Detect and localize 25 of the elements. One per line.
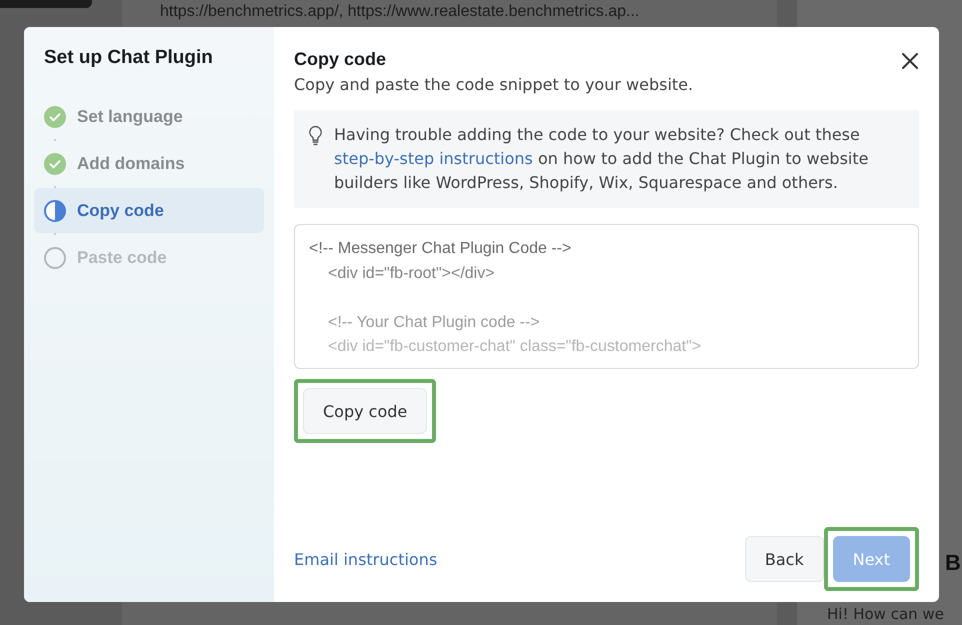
step-item[interactable]: Copy code: [34, 188, 264, 233]
tip-text: Having trouble adding the code to your website? Check out these step-by-step instructions on how to add the Chat Plugin to website builders like WordPress, Shopify, Wix, Squarespace and others.: [334, 124, 870, 194]
code-line: <!-- Messenger Chat Plugin Code -->: [309, 239, 572, 259]
domains-text: https://benchmetrics.app/, https://www.realestate.benchmetrics.ap...: [160, 3, 640, 21]
email-instructions-link[interactable]: Email instructions: [294, 550, 438, 568]
code-snippet-field[interactable]: <!-- Messenger Chat Plugin Code --> <div id="fb-root"></div> <!-- Your Chat Plugin code --> <div id="fb-customer-chat" class="fb-customerchat">: [294, 224, 919, 369]
code-line: <!-- Your Chat Plugin code -->: [327, 312, 541, 332]
instructions-link[interactable]: step-by-step instructions: [334, 149, 533, 168]
code-line: <div id="fb-customer-chat" class="fb-customerchat">: [327, 337, 702, 357]
check-circle-icon: [44, 106, 66, 128]
check-circle-icon: [44, 152, 66, 174]
step-item[interactable]: Add domains: [34, 141, 264, 186]
copy-code-button[interactable]: Copy code: [303, 388, 428, 434]
circle-icon: [44, 246, 66, 268]
heading-text: B: [945, 550, 961, 576]
half-circle-icon: [44, 200, 66, 222]
dialog-subtitle: Copy and paste the code snippet to your website.: [294, 75, 694, 94]
lightbulb-icon: [308, 125, 323, 146]
close-icon[interactable]: [901, 52, 919, 70]
step-item[interactable]: Set language: [34, 94, 264, 139]
back-button[interactable]: Back: [744, 536, 824, 582]
chat-preview-text: Hi! How can we: [827, 605, 944, 623]
code-line: <div id="fb-root"></div>: [327, 264, 496, 284]
dialog-title: Copy code: [294, 49, 388, 70]
sidebar-title: Set up Chat Plugin: [44, 47, 214, 69]
